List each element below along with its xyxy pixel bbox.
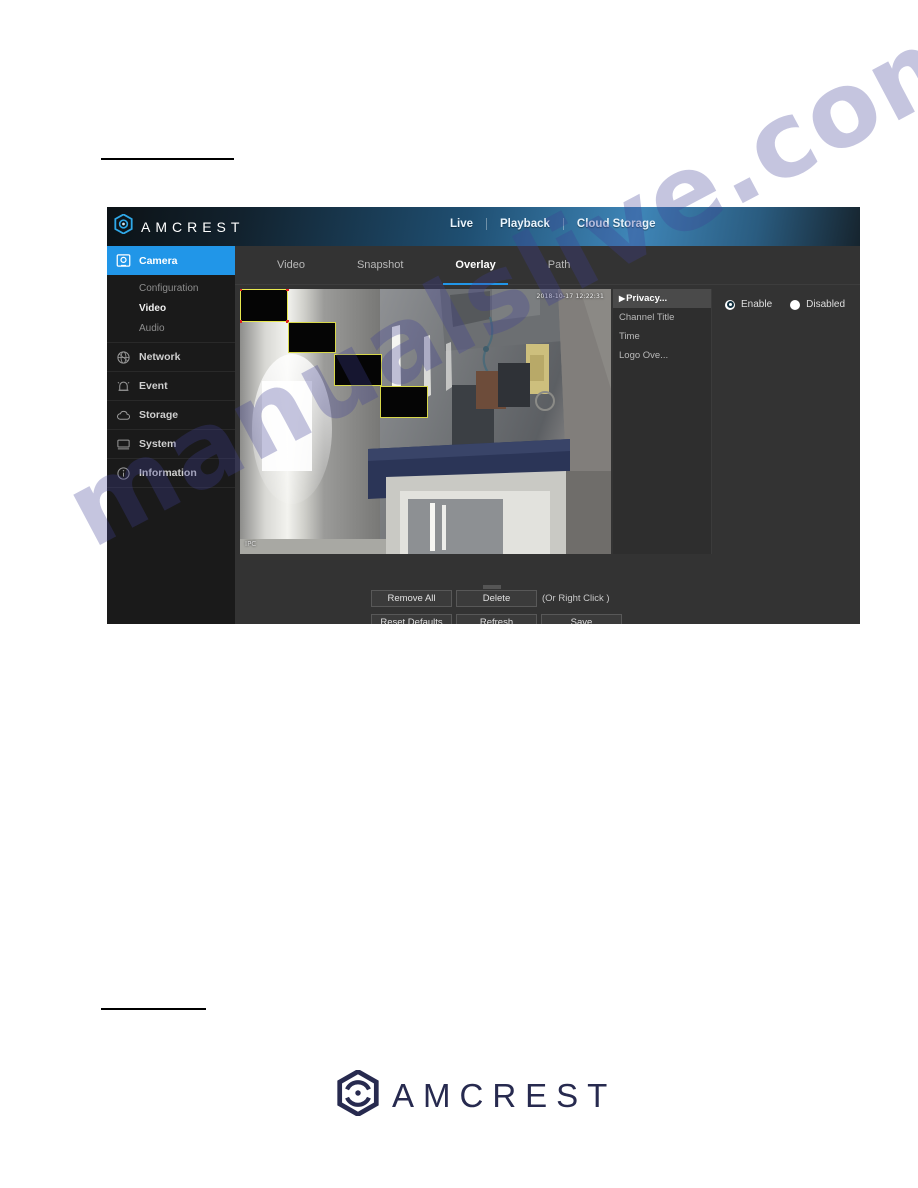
- privacy-mask-handle-bl[interactable]: [240, 320, 242, 323]
- overlay-item-label-time: Time: [619, 331, 640, 342]
- tab-label-snapshot: Snapshot: [356, 258, 404, 271]
- overlay-item-label-logo-overlay: Logo Ove...: [619, 350, 669, 361]
- sidebar-subitem-video[interactable]: Video: [107, 298, 235, 318]
- alarm-bell-icon: [115, 378, 132, 395]
- privacy-mask-4[interactable]: [380, 386, 428, 418]
- sidebar-item-network[interactable]: Network: [107, 343, 235, 372]
- radio-option-enable[interactable]: Enable: [725, 299, 772, 310]
- sidebar: Camera Configuration Video Audio Network…: [107, 246, 248, 624]
- network-globe-icon: [115, 349, 132, 366]
- video-preview[interactable]: 2018-10-17 12:22:31 IPC: [240, 289, 611, 554]
- header-nav: Live Playback Cloud Storage: [437, 218, 668, 230]
- tab-path[interactable]: Path: [522, 246, 597, 285]
- radio-button-enable[interactable]: [725, 299, 735, 310]
- cloud-icon: [115, 407, 132, 424]
- tab-video[interactable]: Video: [251, 246, 331, 285]
- sidebar-item-label-event: Event: [139, 380, 168, 392]
- sidebar-item-label-camera: Camera: [139, 254, 178, 267]
- footer-logo: AMCREST: [337, 1068, 617, 1121]
- info-circle-icon: [115, 465, 132, 482]
- header-brand-text: AMCREST: [141, 218, 245, 235]
- radio-button-disabled[interactable]: [790, 299, 801, 310]
- sidebar-item-label-network: Network: [139, 351, 181, 363]
- sidebar-subitem-label-configuration: Configuration: [139, 282, 199, 294]
- overlay-item-channel-title[interactable]: Channel Title: [613, 308, 711, 327]
- overlay-item-label-privacy: Privacy...: [626, 293, 668, 304]
- app-header: AMCREST Live Playback Cloud Storage: [107, 207, 860, 246]
- radio-label-enable: Enable: [741, 299, 773, 310]
- privacy-mask-3[interactable]: [334, 354, 382, 386]
- overlay-item-time[interactable]: Time: [613, 327, 711, 346]
- radio-label-disabled: Disabled: [806, 299, 846, 310]
- amcrest-hexagon-logo-icon: [114, 213, 133, 239]
- overlay-item-logo-overlay[interactable]: Logo Ove...: [613, 346, 711, 365]
- tab-overlay[interactable]: Overlay: [429, 246, 521, 285]
- enable-radio-group: Enable Disabled: [725, 299, 845, 310]
- tab-label-path: Path: [547, 258, 571, 271]
- redacted-heading-rule-top: [101, 158, 234, 160]
- save-button[interactable]: Save: [541, 614, 622, 624]
- nav-cloud-storage[interactable]: Cloud Storage: [564, 218, 669, 230]
- preview-scrollbar-nub[interactable]: [483, 585, 501, 589]
- amcrest-hexagon-logo-icon: [337, 1068, 379, 1121]
- header-logo: AMCREST: [114, 213, 245, 239]
- monitor-icon: [115, 436, 132, 453]
- overlay-item-list: ▶ Privacy... Channel Title Time Logo Ove…: [613, 289, 712, 554]
- nav-playback[interactable]: Playback: [487, 218, 563, 230]
- tab-label-video: Video: [277, 258, 305, 271]
- sidebar-subitem-label-audio: Audio: [139, 322, 165, 334]
- sidebar-item-camera[interactable]: Camera: [107, 246, 248, 275]
- camera-icon: [115, 252, 132, 269]
- sidebar-subitem-configuration[interactable]: Configuration: [107, 278, 235, 298]
- remove-all-button[interactable]: Remove All: [371, 590, 452, 607]
- redacted-heading-rule-bottom: [101, 1008, 206, 1010]
- sidebar-subitem-audio[interactable]: Audio: [107, 318, 235, 338]
- tab-label-overlay: Overlay: [455, 258, 496, 271]
- sidebar-item-system[interactable]: System: [107, 430, 235, 459]
- content-area: Video Snapshot Overlay Path 2018-10-17 1…: [235, 246, 860, 624]
- reset-defaults-button[interactable]: Reset Defaults: [371, 614, 452, 624]
- sidebar-item-event[interactable]: Event: [107, 372, 235, 401]
- caret-right-icon: ▶: [619, 294, 626, 303]
- sidebar-item-storage[interactable]: Storage: [107, 401, 235, 430]
- sidebar-item-label-information: Information: [139, 467, 197, 479]
- sidebar-item-label-storage: Storage: [139, 409, 179, 421]
- privacy-mask-handle-tr[interactable]: [286, 289, 289, 291]
- sidebar-item-information[interactable]: Information: [107, 459, 235, 488]
- osd-timestamp: 2018-10-17 12:22:31: [536, 293, 604, 300]
- nav-live[interactable]: Live: [437, 218, 486, 230]
- sidebar-subitem-label-video: Video: [139, 302, 167, 314]
- overlay-item-label-channel-title: Channel Title: [619, 312, 675, 323]
- amcrest-web-ui-window: AMCREST Live Playback Cloud Storage Came…: [107, 207, 860, 624]
- sidebar-camera-subitems: Configuration Video Audio: [107, 275, 235, 343]
- privacy-mask-1[interactable]: [240, 289, 289, 323]
- privacy-mask-2[interactable]: [288, 322, 336, 353]
- footer-brand-text: AMCREST: [392, 1076, 617, 1114]
- tab-bar: Video Snapshot Overlay Path: [235, 246, 860, 285]
- privacy-mask-handle-tl[interactable]: [240, 289, 242, 291]
- right-click-hint-text: (Or Right Click ): [542, 593, 610, 604]
- sidebar-item-label-system: System: [139, 438, 177, 450]
- osd-channel-title: IPC: [245, 540, 257, 548]
- delete-button[interactable]: Delete: [456, 590, 537, 607]
- radio-option-disabled[interactable]: Disabled: [790, 299, 845, 310]
- tab-snapshot[interactable]: Snapshot: [331, 246, 429, 285]
- refresh-button[interactable]: Refresh: [456, 614, 537, 624]
- overlay-item-privacy-masking[interactable]: ▶ Privacy...: [613, 289, 711, 308]
